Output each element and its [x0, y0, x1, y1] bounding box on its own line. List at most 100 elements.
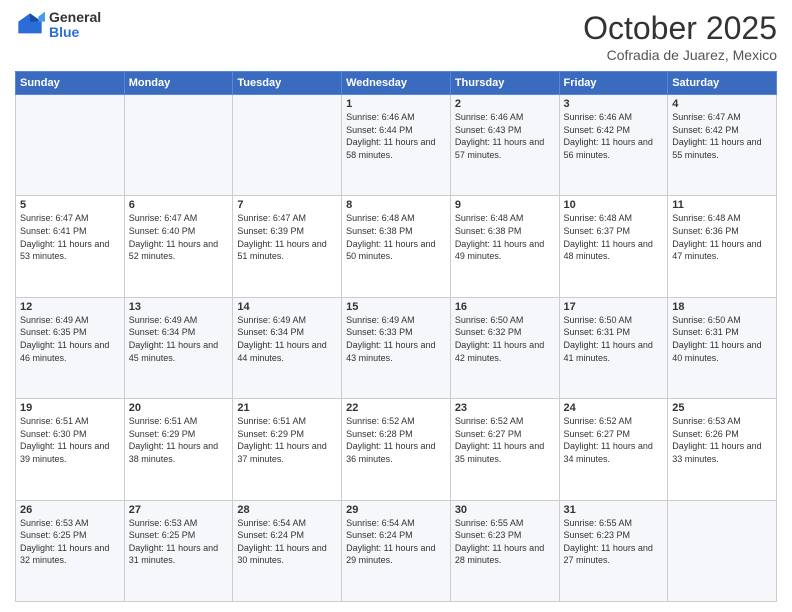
day-number: 23 — [455, 402, 555, 414]
daylight-text: Daylight: 11 hours and 45 minutes. — [129, 340, 218, 363]
day-info: Sunrise: 6:49 AM Sunset: 6:34 PM Dayligh… — [237, 314, 337, 364]
sunrise-text: Sunrise: 6:54 AM — [237, 518, 306, 528]
sunset-text: Sunset: 6:25 PM — [20, 530, 87, 540]
day-number: 6 — [129, 199, 229, 211]
day-info: Sunrise: 6:51 AM Sunset: 6:29 PM Dayligh… — [237, 415, 337, 465]
calendar-week-row: 19 Sunrise: 6:51 AM Sunset: 6:30 PM Dayl… — [16, 399, 777, 500]
table-row — [16, 95, 125, 196]
sunset-text: Sunset: 6:27 PM — [455, 429, 522, 439]
daylight-text: Daylight: 11 hours and 32 minutes. — [20, 543, 109, 566]
day-info: Sunrise: 6:53 AM Sunset: 6:25 PM Dayligh… — [20, 517, 120, 567]
day-info: Sunrise: 6:55 AM Sunset: 6:23 PM Dayligh… — [455, 517, 555, 567]
sunrise-text: Sunrise: 6:48 AM — [672, 213, 741, 223]
day-info: Sunrise: 6:49 AM Sunset: 6:33 PM Dayligh… — [346, 314, 446, 364]
month-title: October 2025 — [583, 10, 777, 47]
daylight-text: Daylight: 11 hours and 57 minutes. — [455, 137, 544, 160]
sunset-text: Sunset: 6:23 PM — [564, 530, 631, 540]
sunrise-text: Sunrise: 6:50 AM — [455, 315, 524, 325]
table-row: 17 Sunrise: 6:50 AM Sunset: 6:31 PM Dayl… — [559, 297, 668, 398]
day-info: Sunrise: 6:49 AM Sunset: 6:35 PM Dayligh… — [20, 314, 120, 364]
day-info: Sunrise: 6:53 AM Sunset: 6:26 PM Dayligh… — [672, 415, 772, 465]
sunrise-text: Sunrise: 6:51 AM — [129, 416, 198, 426]
daylight-text: Daylight: 11 hours and 33 minutes. — [672, 441, 761, 464]
day-number: 26 — [20, 504, 120, 516]
sunset-text: Sunset: 6:29 PM — [237, 429, 304, 439]
day-number: 22 — [346, 402, 446, 414]
col-monday: Monday — [124, 72, 233, 95]
sunrise-text: Sunrise: 6:49 AM — [346, 315, 415, 325]
sunset-text: Sunset: 6:23 PM — [455, 530, 522, 540]
sunrise-text: Sunrise: 6:46 AM — [346, 112, 415, 122]
daylight-text: Daylight: 11 hours and 56 minutes. — [564, 137, 653, 160]
daylight-text: Daylight: 11 hours and 36 minutes. — [346, 441, 435, 464]
day-info: Sunrise: 6:46 AM Sunset: 6:43 PM Dayligh… — [455, 111, 555, 161]
daylight-text: Daylight: 11 hours and 46 minutes. — [20, 340, 109, 363]
day-number: 12 — [20, 301, 120, 313]
table-row: 22 Sunrise: 6:52 AM Sunset: 6:28 PM Dayl… — [342, 399, 451, 500]
day-number: 19 — [20, 402, 120, 414]
table-row: 3 Sunrise: 6:46 AM Sunset: 6:42 PM Dayli… — [559, 95, 668, 196]
table-row: 16 Sunrise: 6:50 AM Sunset: 6:32 PM Dayl… — [450, 297, 559, 398]
sunrise-text: Sunrise: 6:54 AM — [346, 518, 415, 528]
day-number: 13 — [129, 301, 229, 313]
daylight-text: Daylight: 11 hours and 30 minutes. — [237, 543, 326, 566]
table-row: 4 Sunrise: 6:47 AM Sunset: 6:42 PM Dayli… — [668, 95, 777, 196]
calendar-week-row: 5 Sunrise: 6:47 AM Sunset: 6:41 PM Dayli… — [16, 196, 777, 297]
sunrise-text: Sunrise: 6:55 AM — [455, 518, 524, 528]
sunrise-text: Sunrise: 6:53 AM — [672, 416, 741, 426]
day-info: Sunrise: 6:54 AM Sunset: 6:24 PM Dayligh… — [346, 517, 446, 567]
daylight-text: Daylight: 11 hours and 38 minutes. — [129, 441, 218, 464]
daylight-text: Daylight: 11 hours and 50 minutes. — [346, 239, 435, 262]
daylight-text: Daylight: 11 hours and 37 minutes. — [237, 441, 326, 464]
daylight-text: Daylight: 11 hours and 28 minutes. — [455, 543, 544, 566]
sunset-text: Sunset: 6:42 PM — [672, 125, 739, 135]
day-number: 14 — [237, 301, 337, 313]
day-info: Sunrise: 6:52 AM Sunset: 6:27 PM Dayligh… — [455, 415, 555, 465]
day-info: Sunrise: 6:48 AM Sunset: 6:38 PM Dayligh… — [455, 212, 555, 262]
day-info: Sunrise: 6:47 AM Sunset: 6:41 PM Dayligh… — [20, 212, 120, 262]
calendar-table: Sunday Monday Tuesday Wednesday Thursday… — [15, 71, 777, 602]
day-number: 20 — [129, 402, 229, 414]
logo: General Blue — [15, 10, 101, 41]
day-info: Sunrise: 6:51 AM Sunset: 6:30 PM Dayligh… — [20, 415, 120, 465]
daylight-text: Daylight: 11 hours and 44 minutes. — [237, 340, 326, 363]
sunrise-text: Sunrise: 6:52 AM — [346, 416, 415, 426]
sunset-text: Sunset: 6:40 PM — [129, 226, 196, 236]
sunset-text: Sunset: 6:38 PM — [346, 226, 413, 236]
day-number: 25 — [672, 402, 772, 414]
sunset-text: Sunset: 6:24 PM — [346, 530, 413, 540]
table-row: 23 Sunrise: 6:52 AM Sunset: 6:27 PM Dayl… — [450, 399, 559, 500]
sunset-text: Sunset: 6:37 PM — [564, 226, 631, 236]
table-row: 25 Sunrise: 6:53 AM Sunset: 6:26 PM Dayl… — [668, 399, 777, 500]
daylight-text: Daylight: 11 hours and 42 minutes. — [455, 340, 544, 363]
day-info: Sunrise: 6:47 AM Sunset: 6:42 PM Dayligh… — [672, 111, 772, 161]
sunset-text: Sunset: 6:33 PM — [346, 327, 413, 337]
daylight-text: Daylight: 11 hours and 52 minutes. — [129, 239, 218, 262]
table-row: 2 Sunrise: 6:46 AM Sunset: 6:43 PM Dayli… — [450, 95, 559, 196]
table-row: 1 Sunrise: 6:46 AM Sunset: 6:44 PM Dayli… — [342, 95, 451, 196]
sunset-text: Sunset: 6:43 PM — [455, 125, 522, 135]
day-number: 18 — [672, 301, 772, 313]
day-number: 31 — [564, 504, 664, 516]
col-thursday: Thursday — [450, 72, 559, 95]
sunset-text: Sunset: 6:35 PM — [20, 327, 87, 337]
day-info: Sunrise: 6:47 AM Sunset: 6:39 PM Dayligh… — [237, 212, 337, 262]
daylight-text: Daylight: 11 hours and 35 minutes. — [455, 441, 544, 464]
sunrise-text: Sunrise: 6:47 AM — [20, 213, 89, 223]
sunrise-text: Sunrise: 6:50 AM — [672, 315, 741, 325]
daylight-text: Daylight: 11 hours and 55 minutes. — [672, 137, 761, 160]
day-number: 28 — [237, 504, 337, 516]
day-number: 8 — [346, 199, 446, 211]
table-row: 9 Sunrise: 6:48 AM Sunset: 6:38 PM Dayli… — [450, 196, 559, 297]
sunrise-text: Sunrise: 6:51 AM — [237, 416, 306, 426]
day-number: 7 — [237, 199, 337, 211]
table-row: 30 Sunrise: 6:55 AM Sunset: 6:23 PM Dayl… — [450, 500, 559, 601]
daylight-text: Daylight: 11 hours and 34 minutes. — [564, 441, 653, 464]
day-info: Sunrise: 6:52 AM Sunset: 6:28 PM Dayligh… — [346, 415, 446, 465]
daylight-text: Daylight: 11 hours and 27 minutes. — [564, 543, 653, 566]
sunset-text: Sunset: 6:34 PM — [237, 327, 304, 337]
sunrise-text: Sunrise: 6:46 AM — [455, 112, 524, 122]
sunset-text: Sunset: 6:34 PM — [129, 327, 196, 337]
sunset-text: Sunset: 6:31 PM — [672, 327, 739, 337]
table-row: 15 Sunrise: 6:49 AM Sunset: 6:33 PM Dayl… — [342, 297, 451, 398]
